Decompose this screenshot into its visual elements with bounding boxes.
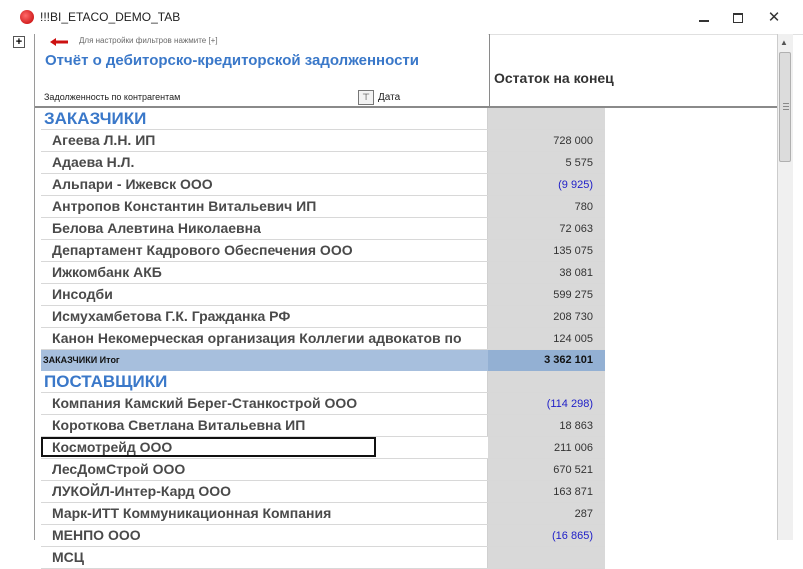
table-row[interactable]: ЛУКОЙЛ-Интер-Кард ООО 163 871 <box>41 481 605 503</box>
value-cell: 208 730 <box>488 306 605 327</box>
section-title: ПОСТАВЩИКИ <box>41 371 488 392</box>
table-row[interactable]: МЕНПО ООО (16 865) <box>41 525 605 547</box>
close-button[interactable]: ✕ <box>762 8 786 28</box>
table-row[interactable]: Короткова Светлана Витальевна ИП 18 863 <box>41 415 605 437</box>
grip-icon <box>783 103 789 104</box>
report-header: Для настройки фильтров нажмите [+] Отчёт… <box>35 34 488 106</box>
table-row[interactable]: Альпари - Ижевск ООО (9 925) <box>41 174 605 196</box>
app-icon <box>20 10 34 24</box>
vertical-scrollbar[interactable]: ▲ <box>777 34 793 540</box>
counterparty-name: Компания Камский Берег-Станкострой ООО <box>41 393 488 414</box>
table-row[interactable]: Антропов Константин Витальевич ИП 780 <box>41 196 605 218</box>
counterparty-name: Антропов Константин Витальевич ИП <box>41 196 488 217</box>
value-cell <box>488 108 605 129</box>
table-row[interactable]: Марк-ИТТ Коммуникационная Компания 287 <box>41 503 605 525</box>
window-title: !!!BI_ETACO_DEMO_TAB <box>40 10 181 24</box>
value-cell: (114 298) <box>488 393 605 414</box>
value-cell: 135 075 <box>488 240 605 261</box>
table-row[interactable]: Канон Некомерческая организация Коллегии… <box>41 328 605 350</box>
counterparty-name: Космотрейд ООО <box>41 437 376 457</box>
value-cell: 780 <box>488 196 605 217</box>
value-cell: 728 000 <box>488 130 605 151</box>
value-cell <box>488 547 605 568</box>
counterparty-name: Короткова Светлана Витальевна ИП <box>41 415 488 436</box>
value-cell: 163 871 <box>488 481 605 502</box>
section-header-row[interactable]: ЗАКАЗЧИКИ <box>41 108 605 130</box>
table-row-selected[interactable]: Космотрейд ООО 211 006 <box>41 437 605 459</box>
counterparty-name: Альпари - Ижевск ООО <box>41 174 488 195</box>
value-cell: 5 575 <box>488 152 605 173</box>
table-row[interactable]: Агеева Л.Н. ИП 728 000 <box>41 130 605 152</box>
row-group-label: Задолженность по контрагентам <box>44 92 181 102</box>
total-row[interactable]: ЗАКАЗЧИКИ Итог 3 362 101 <box>41 350 605 371</box>
value-cell: 18 863 <box>488 415 605 436</box>
total-value: 3 362 101 <box>488 350 605 371</box>
counterparty-name: Исмухамбетова Г.К. Гражданка РФ <box>41 306 488 327</box>
table-row[interactable]: Белова Алевтина Николаевна 72 063 <box>41 218 605 240</box>
table-row[interactable]: Компания Камский Берег-Станкострой ООО (1… <box>41 393 605 415</box>
table-row[interactable]: МСЦ <box>41 547 605 569</box>
scroll-up-icon[interactable]: ▲ <box>780 38 788 47</box>
row-selector-gutter <box>0 34 35 540</box>
total-label: ЗАКАЗЧИКИ Итог <box>41 350 488 371</box>
table-row[interactable]: ЛесДомСтрой ООО 670 521 <box>41 459 605 481</box>
counterparty-name: Агеева Л.Н. ИП <box>41 130 488 151</box>
expand-filters-button[interactable]: + <box>13 36 25 48</box>
value-cell: 287 <box>488 503 605 524</box>
value-cell: 72 063 <box>488 218 605 239</box>
counterparty-name: Инсодби <box>41 284 488 305</box>
counterparty-name: ЛесДомСтрой ООО <box>41 459 488 480</box>
section-header-row[interactable]: ПОСТАВЩИКИ <box>41 371 605 393</box>
counterparty-name: Белова Алевтина Николаевна <box>41 218 488 239</box>
back-arrow-icon[interactable] <box>50 38 68 46</box>
counterparty-name: ЛУКОЙЛ-Интер-Кард ООО <box>41 481 488 502</box>
value-cell: 211 006 <box>488 437 605 458</box>
filter-hint: Для настройки фильтров нажмите [+] <box>79 36 218 45</box>
report-grid: ЗАКАЗЧИКИ Агеева Л.Н. ИП 728 000 Адаева Н… <box>41 108 605 569</box>
value-cell: 124 005 <box>488 328 605 349</box>
date-column-label[interactable]: Дата <box>378 92 400 103</box>
section-title: ЗАКАЗЧИКИ <box>41 108 488 129</box>
maximize-button[interactable] <box>726 8 750 28</box>
table-row[interactable]: Инсодби 599 275 <box>41 284 605 306</box>
minimize-button[interactable] <box>692 8 716 28</box>
value-cell <box>488 371 605 392</box>
value-cell: (9 925) <box>488 174 605 195</box>
value-column-header: Остаток на конец <box>494 70 614 86</box>
table-row[interactable]: Ижкомбанк АКБ 38 081 <box>41 262 605 284</box>
counterparty-name: Адаева Н.Л. <box>41 152 488 173</box>
counterparty-name: Ижкомбанк АКБ <box>41 262 488 283</box>
value-column-header-cell: Остаток на конец <box>489 34 778 106</box>
minimize-icon <box>699 20 709 22</box>
counterparty-name: МЕНПО ООО <box>41 525 488 546</box>
scrollbar-thumb[interactable] <box>779 52 791 162</box>
filter-icon[interactable]: ⊤ <box>358 90 374 105</box>
value-cell: 670 521 <box>488 459 605 480</box>
value-cell: 38 081 <box>488 262 605 283</box>
page-title: Отчёт о дебиторско-кредиторской задолжен… <box>45 52 419 69</box>
counterparty-name: МСЦ <box>41 547 488 568</box>
table-row[interactable]: Департамент Кадрового Обеспечения ООО 135… <box>41 240 605 262</box>
counterparty-name: Департамент Кадрового Обеспечения ООО <box>41 240 488 261</box>
value-cell: (16 865) <box>488 525 605 546</box>
title-bar: !!!BI_ETACO_DEMO_TAB ✕ <box>0 0 803 35</box>
value-cell: 599 275 <box>488 284 605 305</box>
table-row[interactable]: Адаева Н.Л. 5 575 <box>41 152 605 174</box>
counterparty-name: Марк-ИТТ Коммуникационная Компания <box>41 503 488 524</box>
maximize-icon <box>733 13 743 23</box>
counterparty-name: Канон Некомерческая организация Коллегии… <box>41 328 488 349</box>
table-row[interactable]: Исмухамбетова Г.К. Гражданка РФ 208 730 <box>41 306 605 328</box>
